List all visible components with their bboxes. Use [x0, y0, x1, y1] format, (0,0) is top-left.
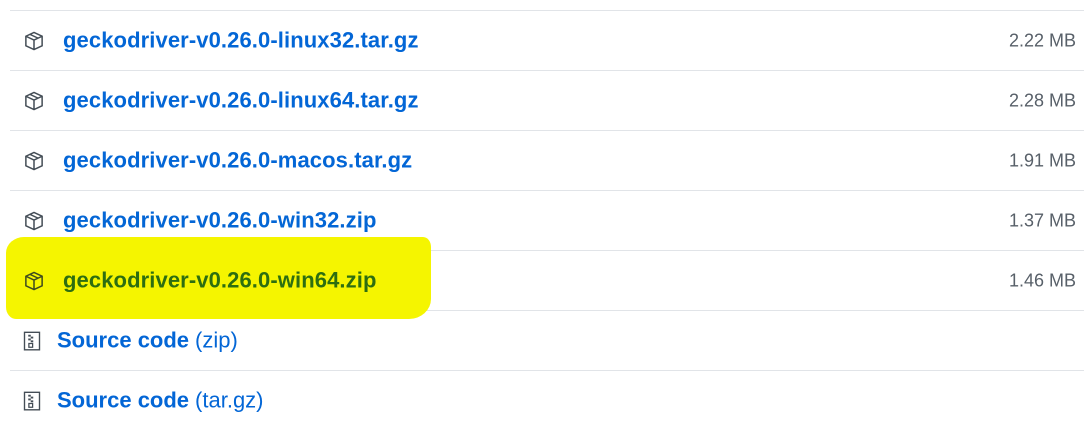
package-icon — [22, 150, 46, 172]
source-code-label: Source code — [57, 387, 190, 413]
package-icon — [22, 210, 46, 232]
package-icon — [22, 270, 46, 292]
source-code-ext: (tar.gz) — [195, 387, 264, 413]
asset-link-win64[interactable]: geckodriver-v0.26.0-win64.zip — [63, 267, 376, 293]
source-code-ext: (zip) — [195, 326, 238, 352]
asset-size: 2.28 MB — [1008, 90, 1076, 110]
release-assets-list: geckodriver-v0.26.0-linux32.tar.gz 2.22 … — [6, 10, 1084, 431]
file-zip-icon — [20, 330, 44, 352]
package-icon — [22, 90, 46, 112]
asset-size: 2.22 MB — [1008, 30, 1076, 50]
asset-size: 1.37 MB — [1008, 210, 1076, 230]
asset-link-linux64[interactable]: geckodriver-v0.26.0-linux64.tar.gz — [63, 87, 419, 113]
source-code-targz-link[interactable]: Source code (tar.gz) — [57, 387, 264, 413]
asset-row: Source code (zip) — [10, 311, 1084, 371]
asset-row: geckodriver-v0.26.0-linux64.tar.gz 2.28 … — [10, 71, 1084, 131]
asset-row-highlighted: geckodriver-v0.26.0-win64.zip 1.46 MB — [6, 237, 1084, 319]
asset-link-macos[interactable]: geckodriver-v0.26.0-macos.tar.gz — [63, 147, 412, 173]
asset-size: 1.91 MB — [1008, 150, 1076, 170]
asset-row: geckodriver-v0.26.0-linux32.tar.gz 2.22 … — [10, 11, 1084, 71]
source-code-label: Source code — [57, 326, 190, 352]
asset-link-win32[interactable]: geckodriver-v0.26.0-win32.zip — [63, 207, 376, 233]
asset-size: 1.46 MB — [1008, 270, 1076, 290]
file-zip-icon — [20, 390, 44, 412]
package-icon — [22, 30, 46, 52]
asset-link-linux32[interactable]: geckodriver-v0.26.0-linux32.tar.gz — [63, 27, 419, 53]
asset-row: geckodriver-v0.26.0-macos.tar.gz 1.91 MB — [10, 131, 1084, 191]
source-code-zip-link[interactable]: Source code (zip) — [57, 327, 238, 353]
asset-row: Source code (tar.gz) — [10, 371, 1084, 431]
